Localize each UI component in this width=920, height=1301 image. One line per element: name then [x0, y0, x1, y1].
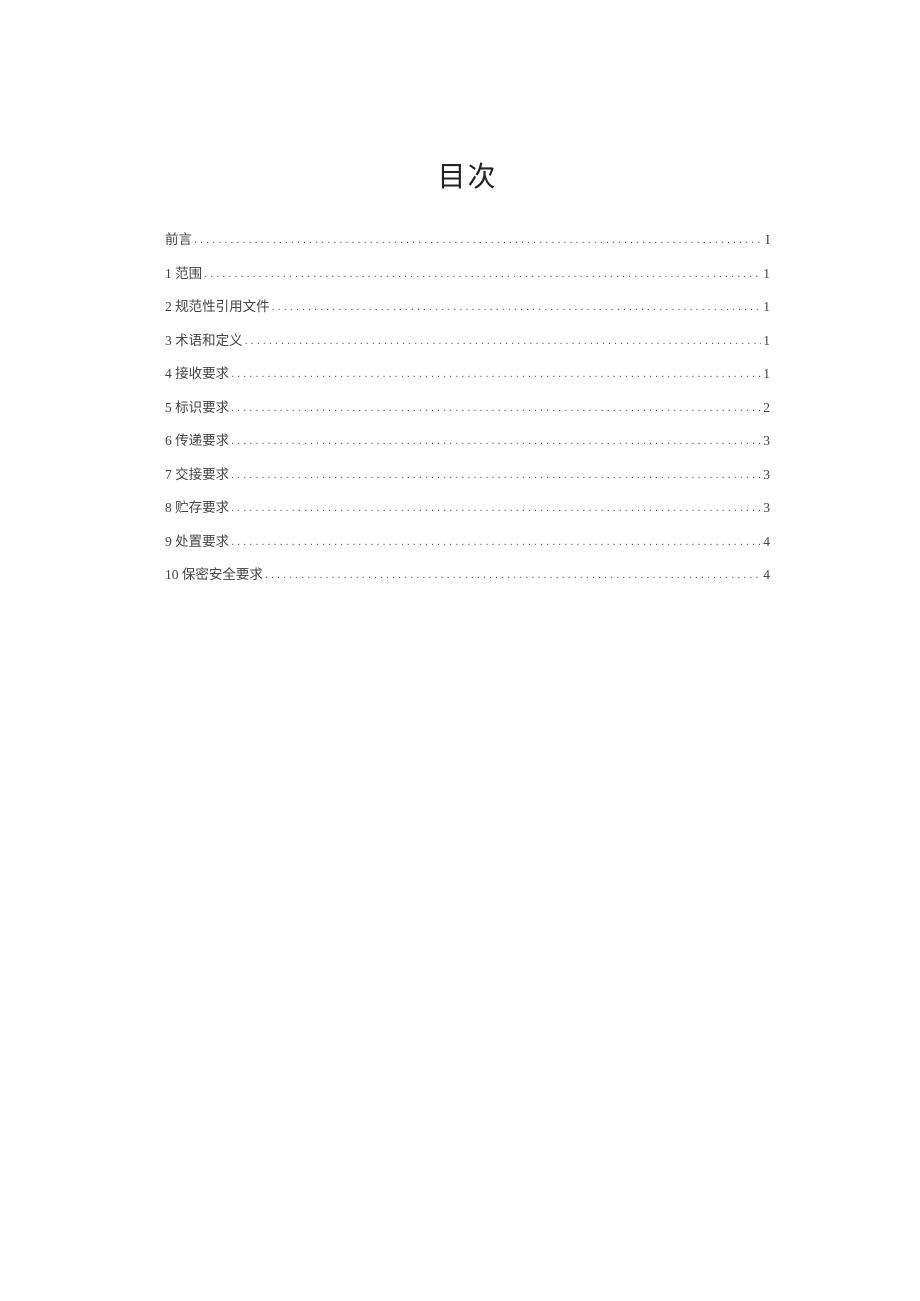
toc-entry-page: 1: [763, 300, 770, 314]
toc-entry: 10 保密安全要求 4: [165, 568, 770, 582]
toc-entry: 2 规范性引用文件 1: [165, 300, 770, 314]
toc-leader-dots: [265, 570, 761, 581]
toc-title: 目次: [165, 155, 770, 195]
toc-entry: 3 术语和定义 1: [165, 334, 770, 348]
toc-entry-page: 3: [763, 434, 770, 448]
toc-entry: 8 贮存要求 3: [165, 501, 770, 515]
toc-entry: 前言 I: [165, 233, 770, 247]
toc-leader-dots: [245, 336, 762, 347]
toc-entry-page: 4: [763, 535, 770, 549]
toc-entry-page: I: [766, 233, 771, 247]
toc-entry-page: 2: [763, 401, 770, 415]
toc-entry-label: 前言: [165, 233, 192, 247]
toc-list: 前言 I 1 范围 1 2 规范性引用文件 1 3 术语和定义 1 4 接收要求…: [165, 233, 770, 582]
document-page: 目次 前言 I 1 范围 1 2 规范性引用文件 1 3 术语和定义 1 4 接…: [0, 0, 920, 582]
toc-entry-label: 8 贮存要求: [165, 501, 229, 515]
toc-entry: 4 接收要求 1: [165, 367, 770, 381]
toc-leader-dots: [231, 436, 761, 447]
toc-entry-label: 7 交接要求: [165, 468, 229, 482]
toc-leader-dots: [194, 235, 764, 246]
toc-entry-page: 1: [763, 334, 770, 348]
toc-entry-page: 4: [763, 568, 770, 582]
toc-leader-dots: [231, 403, 761, 414]
toc-entry-label: 1 范围: [165, 267, 202, 281]
toc-entry: 7 交接要求 3: [165, 468, 770, 482]
toc-entry-label: 3 术语和定义: [165, 334, 243, 348]
toc-entry-page: 1: [763, 367, 770, 381]
toc-entry: 1 范围 1: [165, 267, 770, 281]
toc-leader-dots: [231, 503, 761, 514]
toc-entry-page: 3: [763, 501, 770, 515]
toc-entry-label: 2 规范性引用文件: [165, 300, 270, 314]
toc-entry: 5 标识要求 2: [165, 401, 770, 415]
toc-leader-dots: [272, 302, 762, 313]
toc-entry-label: 6 传递要求: [165, 434, 229, 448]
toc-entry-page: 1: [763, 267, 770, 281]
toc-leader-dots: [231, 470, 761, 481]
toc-entry: 9 处置要求 4: [165, 535, 770, 549]
toc-entry-label: 10 保密安全要求: [165, 568, 263, 582]
toc-leader-dots: [204, 269, 761, 280]
toc-entry-label: 4 接收要求: [165, 367, 229, 381]
toc-entry: 6 传递要求 3: [165, 434, 770, 448]
toc-leader-dots: [231, 537, 761, 548]
toc-entry-label: 5 标识要求: [165, 401, 229, 415]
toc-leader-dots: [231, 369, 761, 380]
toc-entry-label: 9 处置要求: [165, 535, 229, 549]
toc-entry-page: 3: [763, 468, 770, 482]
